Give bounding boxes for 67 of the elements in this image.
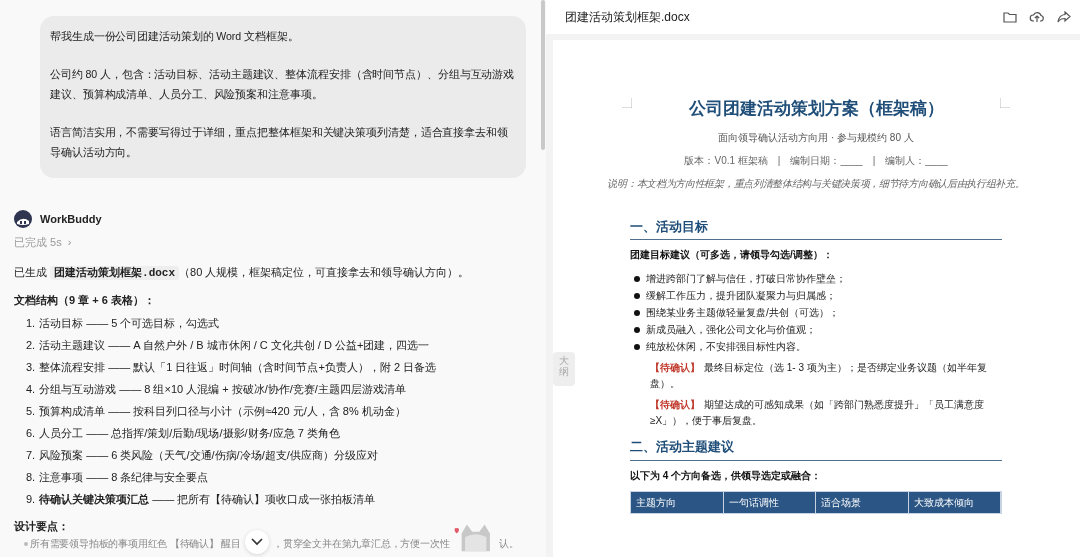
avatar-icon xyxy=(14,210,32,228)
bullet-icon xyxy=(634,343,640,350)
list-item-text: 待确认关键决策项汇总 —— 把所有【待确认】项收口成一张拍板清单 xyxy=(39,491,376,507)
list-item-text: 人员分工 —— 总指挥/策划/后勤/现场/摄影/财务/应急 7 类角色 xyxy=(39,425,340,441)
pending-note: 【待确认】 最终目标定位（选 1- 3 项为主）；是否绑定业务议题（如半年复盘）。 xyxy=(650,361,988,391)
message-text: 帮我生成一份公司团建活动策划的 Word 文档框架。 xyxy=(50,29,300,44)
outline-tab[interactable]: 大纲 xyxy=(553,352,575,386)
list-item-text: 活动主题建议 —— A 自然户外 / B 城市休闲 / C 文化共创 / D 公益+团建，四选一 xyxy=(39,337,430,353)
list-number: 2. xyxy=(26,337,36,353)
document-subtitle: 面向领导确认活动方向用 · 参与规模约 80 人 xyxy=(717,130,915,145)
list-item-text: 活动目标 —— 5 个可选目标，勾选式 xyxy=(39,315,220,331)
section-heading: 文档结构（9 章 + 6 表格）： xyxy=(14,292,156,308)
bullet-text: 增进跨部门了解与信任，打破日常协作壁垒； xyxy=(646,272,846,286)
file-link[interactable]: 团建活动策划框架.docx xyxy=(50,265,180,280)
list-number: 1. xyxy=(26,315,36,331)
list-number: 9. xyxy=(26,491,36,507)
bullet-icon xyxy=(634,275,640,282)
section-lead: 团建目标建议（可多选，请领导勾选/调整）： xyxy=(630,248,834,262)
list-item-text: 分组与互动游戏 —— 8 组×10 人混编 + 按破冰/协作/竞赛/主题四层游戏清单 xyxy=(39,381,406,397)
pending-note: 【待确认】 期望达成的可感知成果（如「跨部门熟悉度提升」「员工满意度≥X」），便于事后复盘。 xyxy=(650,398,985,428)
document-title: 公司团建活动策划方案（框架稿） xyxy=(687,98,945,120)
bullet-text: 围绕某业务主题做轻量复盘/共创（可选）； xyxy=(646,306,839,320)
corner-mark xyxy=(1000,98,1010,108)
document-note: 说明：本文档为方向性框架，重点列清整体结构与关键决策项，细节待方向确认后由执行组补充。 xyxy=(606,176,1026,191)
chevron-down-icon xyxy=(250,537,263,546)
bullet-text: 认。 xyxy=(499,537,519,551)
bullet-text: 缓解工作压力，提升团队凝聚力与归属感； xyxy=(646,289,836,303)
table-header: 一句话调性 xyxy=(723,491,816,513)
document-meta: 版本：V0.1 框架稿 | 编制日期：____ | 编制人：____ xyxy=(683,153,949,168)
list-number: 8. xyxy=(26,469,36,485)
bullet-icon xyxy=(24,541,28,546)
message-text: 语言简洁实用，不需要写得过于详细，重点把整体框架和关键决策项列清楚，适合直接拿去和领导确认活动方向。 xyxy=(50,125,509,160)
bullet-icon xyxy=(634,326,640,333)
scroll-down-button[interactable] xyxy=(244,529,269,554)
upload-icon[interactable] xyxy=(1029,9,1045,25)
bullet-text: 所有需要领导拍板的事项用红色 【待确认】 醒目 xyxy=(30,537,241,551)
share-icon[interactable] xyxy=(1056,9,1072,25)
table-header: 大致成本倾向 xyxy=(908,491,1001,513)
corner-mark xyxy=(622,98,632,108)
list-number: 6. xyxy=(26,425,36,441)
bullet-text: 纯放松休闲，不安排强目标性内容。 xyxy=(646,340,806,354)
folder-icon[interactable] xyxy=(1002,9,1018,25)
intro-text: 已生成 团建活动策划框架.docx （80 人规模，框架稿定位，可直接拿去和领导确认方向）。 xyxy=(14,264,471,282)
table-header: 主题方向 xyxy=(631,491,724,513)
bullet-text: 新成员融入，强化公司文化与价值观； xyxy=(646,323,816,337)
section-heading: 二、活动主题建议 xyxy=(630,437,1002,461)
list-number: 5. xyxy=(26,403,36,419)
list-number: 4. xyxy=(26,381,36,397)
list-item-text: 注意事项 —— 8 条纪律与安全要点 xyxy=(39,469,209,485)
bullet-text: ，贯穿全文并在第九章汇总，方便一次性 xyxy=(272,537,450,551)
scrollbar[interactable] xyxy=(541,0,545,150)
section-lead: 以下为 4 个方向备选，供领导选定或融合： xyxy=(630,468,823,483)
section-heading: 一、活动目标 xyxy=(630,216,1002,240)
bullet-icon xyxy=(634,309,640,316)
message-text: 公司约 80 人，包含：活动目标、活动主题建议、整体流程安排（含时间节点）、分组与互动游戏建议、预算构成清单、人员分工、风险预案和注意事项。 xyxy=(50,67,516,102)
status-text[interactable]: 已完成 5s xyxy=(14,234,62,251)
list-item-text: 风险预案 —— 6 类风险（天气/交通/伤病/冷场/超支/供应商）分级应对 xyxy=(39,447,378,463)
list-item-text: 整体流程安排 —— 默认「1 日往返」时间轴（含时间节点+负责人），附 2 日备选 xyxy=(39,359,437,375)
chevron-icon[interactable]: › xyxy=(67,234,72,251)
section-heading: 设计要点： xyxy=(14,519,70,534)
table-header: 适合场景 xyxy=(816,491,909,513)
list-item-text: 预算构成清单 —— 按科目列口径与小计（示例≈420 元/人，含 8% 机动金） xyxy=(39,403,406,419)
file-title: 团建活动策划框架.docx xyxy=(565,9,690,26)
assistant-name: WorkBuddy xyxy=(40,211,102,227)
list-number: 3. xyxy=(26,359,36,375)
bullet-icon xyxy=(634,292,640,299)
list-number: 7. xyxy=(26,447,36,463)
